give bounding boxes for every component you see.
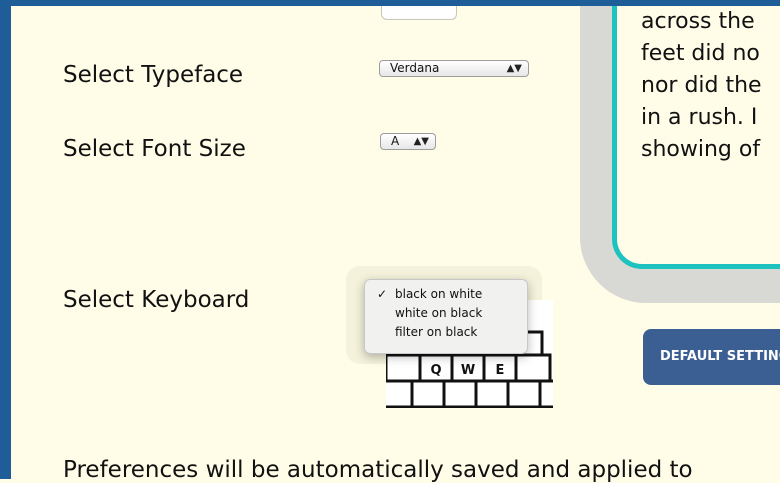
preview-panel: across the feet did no nor did the in a … [612, 6, 780, 269]
keyboard-option-black-on-white[interactable]: ✓ black on white [365, 285, 527, 304]
keyboard-option-label: white on black [395, 306, 483, 320]
preview-line: feet did no [641, 41, 760, 66]
keyboard-option-label: black on white [395, 287, 483, 301]
keyboard-label: Select Keyboard [63, 287, 250, 313]
preview-line: across the [641, 9, 755, 34]
hidden-select-stub[interactable] [381, 6, 457, 20]
keyboard-key-w: W [461, 363, 475, 378]
select-arrows-icon: ▲▼ [506, 63, 522, 74]
window-frame-left [0, 0, 11, 479]
font-size-select[interactable]: A ▲▼ [380, 133, 436, 150]
typeface-select[interactable]: Verdana ▲▼ [379, 60, 529, 77]
typeface-select-value: Verdana [390, 61, 440, 75]
select-arrows-icon: ▲▼ [413, 136, 429, 147]
preview-line: showing of [641, 137, 761, 162]
typeface-label: Select Typeface [63, 62, 244, 88]
keyboard-option-filter-on-black[interactable]: filter on black [365, 323, 527, 342]
font-size-label: Select Font Size [63, 136, 246, 162]
keyboard-option-white-on-black[interactable]: white on black [365, 304, 527, 323]
keyboard-select-menu[interactable]: ✓ black on white white on black filter o… [364, 279, 528, 354]
font-size-select-value: A [391, 134, 400, 148]
preview-line: in a rush. I [641, 105, 758, 130]
default-settings-button[interactable]: DEFAULT SETTINGS [643, 329, 780, 385]
keyboard-key-q: Q [430, 363, 441, 378]
checkmark-icon: ✓ [377, 287, 388, 301]
preview-line: nor did the [641, 73, 762, 98]
preferences-note: Preferences will be automatically saved … [63, 457, 693, 483]
keyboard-option-label: filter on black [395, 325, 478, 339]
preview-text: across the feet did no nor did the in a … [641, 6, 780, 166]
keyboard-key-e: E [496, 363, 505, 378]
